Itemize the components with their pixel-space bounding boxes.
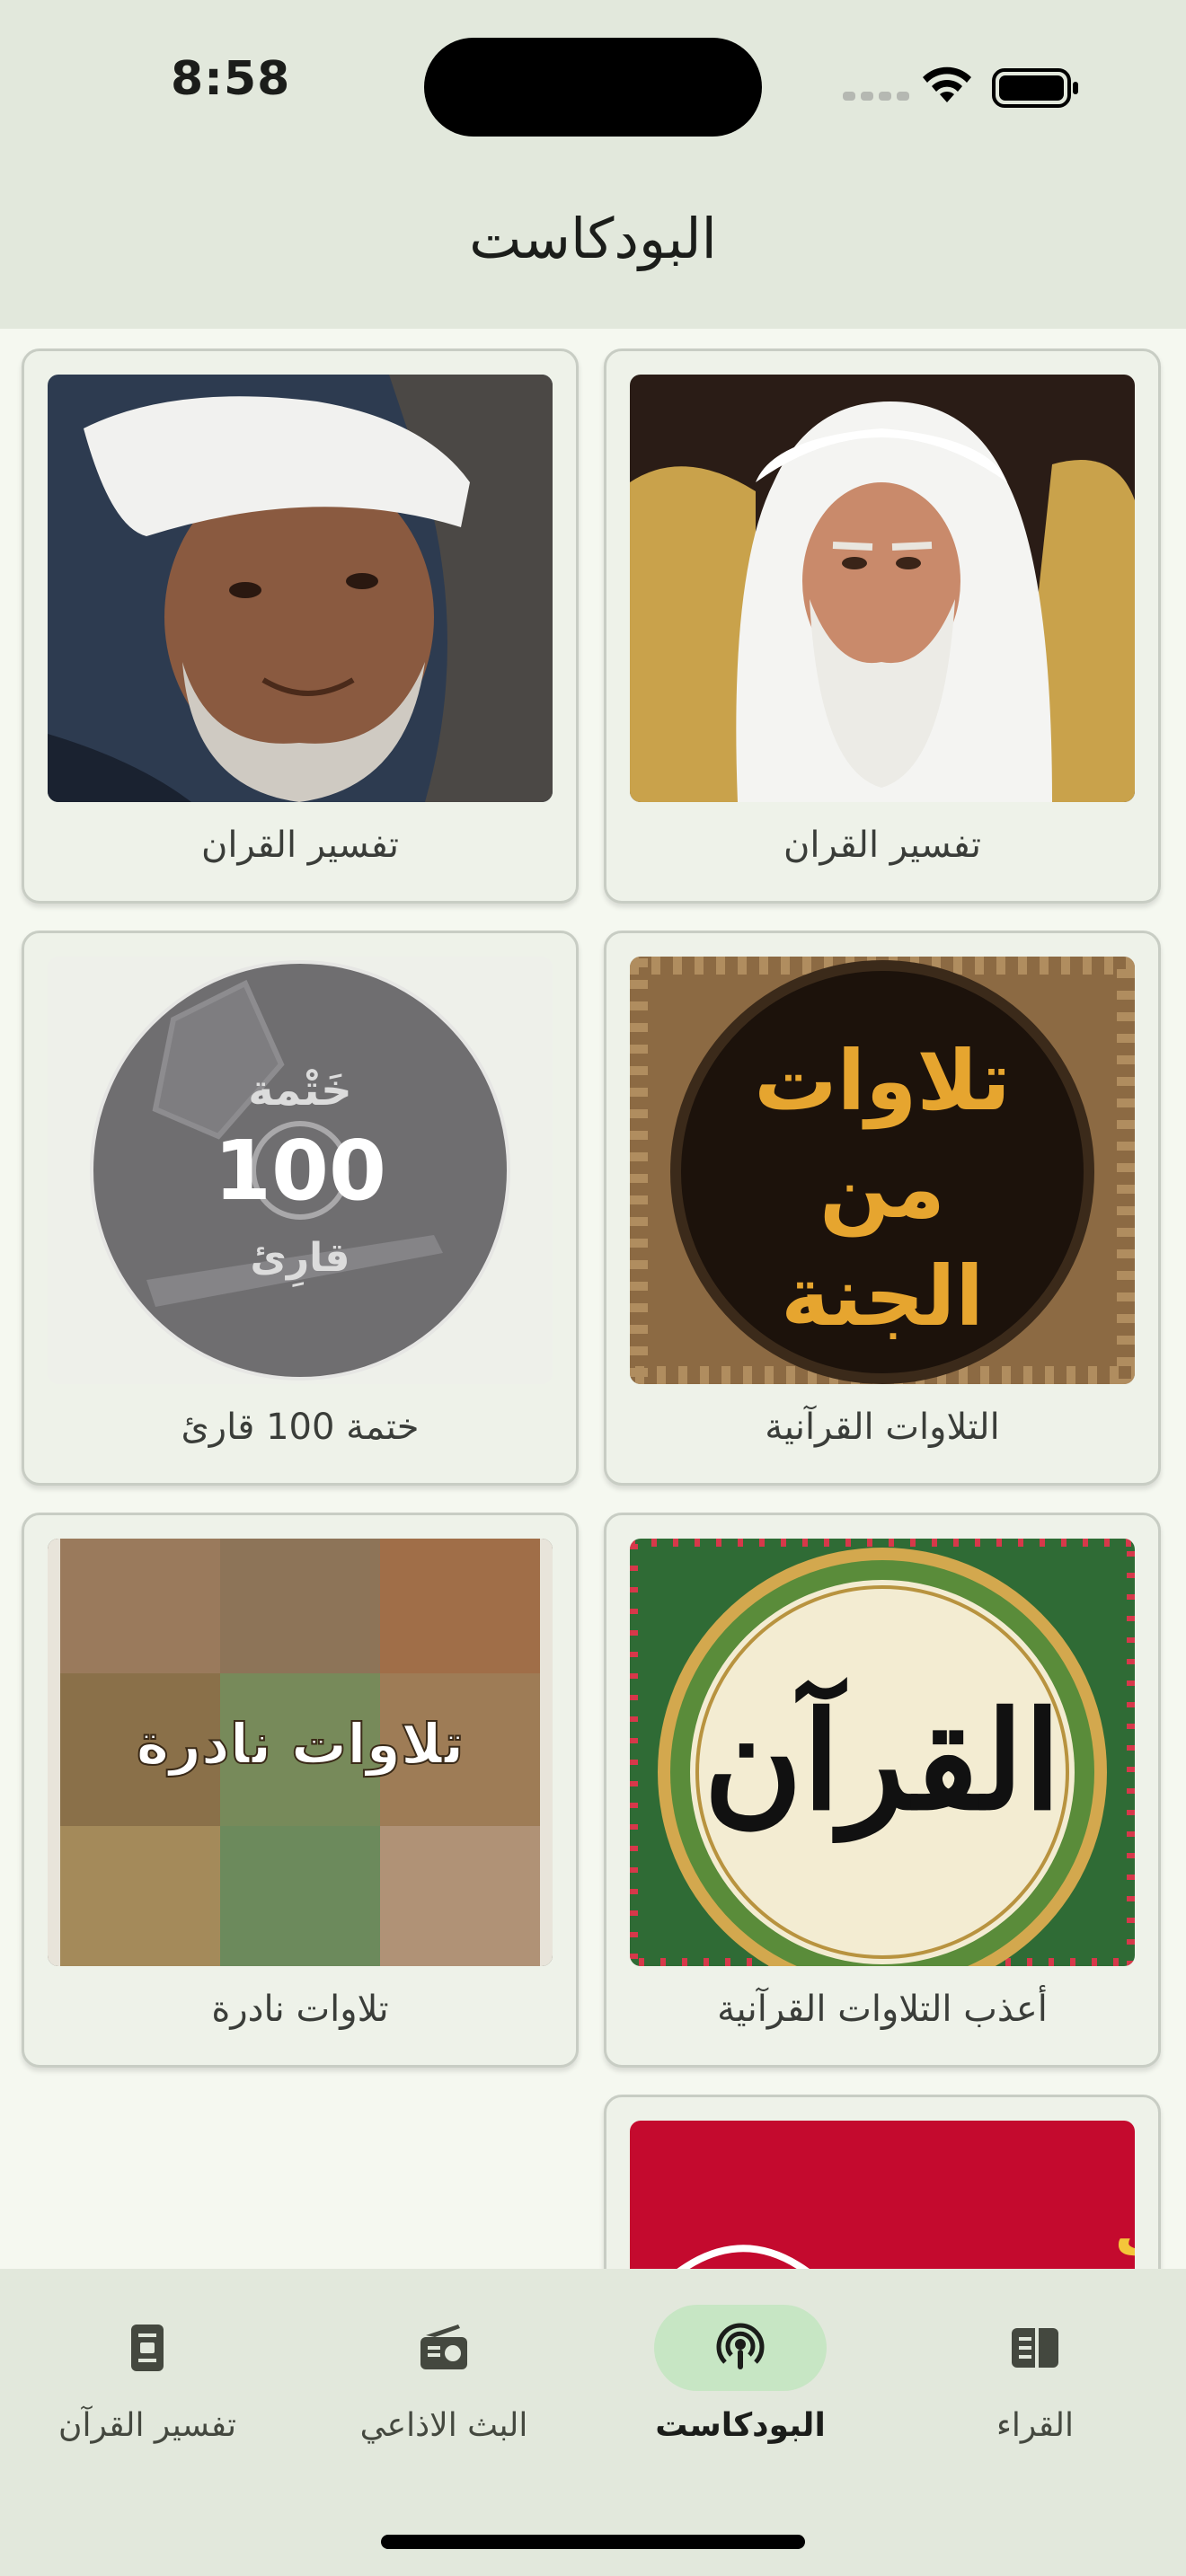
nav-icon-container — [61, 2305, 234, 2391]
podcast-card[interactable]: تفسير القران — [22, 348, 579, 904]
podcast-icon — [716, 2323, 765, 2369]
podcast-thumbnail: تلاوات من الجنة — [630, 957, 1135, 1384]
podcast-card[interactable]: تلاوات نادرة تلاوات نادرة — [22, 1513, 579, 2068]
podcast-title: التلاوات القرآنية — [765, 1407, 1000, 1448]
podcast-thumbnail: خَتْمة 100 قارِئ — [48, 957, 553, 1384]
quran-calligraphy-image: القرآن — [630, 1539, 1135, 1966]
nav-icon-container — [949, 2305, 1121, 2391]
podcast-card[interactable]: إذاعة صوت — [604, 2095, 1161, 2269]
podcast-title: تفسير القران — [201, 825, 399, 866]
image-text: 100 — [214, 1123, 386, 1219]
nav-icon-container — [358, 2305, 530, 2391]
page-title: البودكاست — [469, 206, 717, 271]
sheikh-portrait-image — [630, 375, 1135, 802]
tab-readers[interactable]: القراء — [900, 2305, 1170, 2475]
podcast-card[interactable]: القرآن أعذب التلاوات القرآنية — [604, 1513, 1161, 2068]
radio-sawt-image: إذاعة صوت — [630, 2121, 1135, 2269]
podcast-title: تفسير القران — [783, 825, 981, 866]
tab-label: تفسير القرآن — [58, 2407, 236, 2444]
tab-radio-broadcast[interactable]: البث الاذاعي — [309, 2305, 579, 2475]
radio-icon — [420, 2325, 467, 2369]
podcast-card[interactable]: خَتْمة 100 قارِئ ختمة 100 قارئ — [22, 931, 579, 1486]
podcast-title: تلاوات نادرة — [211, 1989, 389, 2030]
podcast-thumbnail: تلاوات نادرة — [48, 1539, 553, 1966]
image-text: إذاعة صوت — [1115, 2203, 1135, 2269]
tilawat-nadira-image: تلاوات نادرة — [48, 1539, 553, 1966]
podcast-title: ختمة 100 قارئ — [181, 1407, 420, 1448]
image-text: خَتْمة — [248, 1065, 351, 1116]
dynamic-island — [424, 38, 762, 137]
image-text: تلاوات — [754, 1033, 1011, 1130]
home-indicator[interactable] — [381, 2535, 805, 2549]
tab-tafsir[interactable]: تفسير القرآن — [13, 2305, 282, 2475]
app-header: البودكاست — [0, 171, 1186, 329]
podcast-thumbnail: إذاعة صوت — [630, 2121, 1135, 2269]
cellular-signal-icon — [843, 92, 909, 101]
podcast-thumbnail — [630, 375, 1135, 802]
tab-label: البودكاست — [655, 2407, 826, 2444]
battery-icon — [992, 68, 1078, 108]
image-text: الجنة — [781, 1248, 984, 1345]
podcast-card[interactable]: تلاوات من الجنة التلاوات القرآنية — [604, 931, 1161, 1486]
podcast-title: أعذب التلاوات القرآنية — [717, 1989, 1048, 2030]
image-text: من — [819, 1141, 945, 1238]
tilawat-aljanna-image: تلاوات من الجنة — [630, 957, 1135, 1384]
mushaf-icon — [131, 2325, 164, 2371]
tab-label: القراء — [996, 2407, 1074, 2444]
status-bar: 8:58 — [0, 0, 1186, 171]
sheikh-portrait-image — [48, 375, 553, 802]
image-text: قارِئ — [251, 1235, 350, 1288]
image-text: القرآن — [704, 1676, 1061, 1843]
podcast-grid[interactable]: تفسير القران تفسير القران تلاوات من الجن… — [0, 329, 1186, 2269]
wifi-icon — [923, 66, 971, 102]
tab-label: البث الاذاعي — [359, 2407, 528, 2444]
khatma-100-image: خَتْمة 100 قارِئ — [48, 957, 553, 1384]
book-list-icon — [1012, 2328, 1058, 2368]
podcast-thumbnail: القرآن — [630, 1539, 1135, 1966]
status-icons — [843, 66, 1078, 108]
tab-podcasts[interactable]: البودكاست — [606, 2305, 875, 2475]
image-text: تلاوات نادرة — [137, 1711, 465, 1777]
nav-icon-container — [654, 2305, 827, 2391]
bottom-navigation: القراء البودكاست البث الاذاعي تفسير القر… — [0, 2269, 1186, 2576]
podcast-card[interactable]: تفسير القران — [604, 348, 1161, 904]
podcast-thumbnail — [48, 375, 553, 802]
status-time: 8:58 — [171, 52, 291, 106]
